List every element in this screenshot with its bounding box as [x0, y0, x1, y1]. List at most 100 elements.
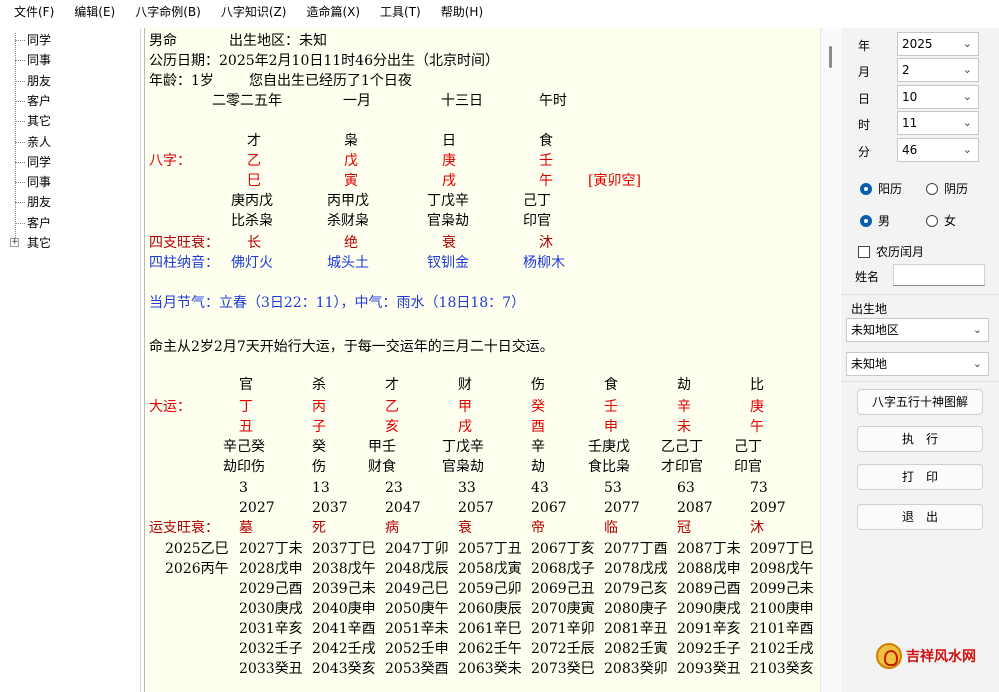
- liunian-cell: 2041辛酉: [312, 621, 376, 637]
- doc-text: 财食: [368, 459, 396, 475]
- liunian-cell: 2103癸亥: [750, 661, 814, 677]
- liunian-cell: 2039己未: [312, 581, 376, 597]
- doc-text: 乙己丁: [661, 439, 703, 455]
- city-select[interactable]: 未知地 ⌄: [846, 352, 989, 376]
- dayun-stem: 乙: [385, 399, 399, 415]
- doc-text: 伤: [531, 377, 545, 393]
- doc-text: 比杀枭: [231, 213, 273, 229]
- execute-button[interactable]: 执 行: [857, 426, 983, 452]
- bazi-result-document[interactable]: 男命 出生地区：未知 公历日期：2025年2月10日11时46分出生（北京时间） 年龄…: [144, 28, 820, 692]
- month-select[interactable]: 2 ⌄: [897, 58, 979, 82]
- liunian-cell: 2082壬寅: [604, 641, 668, 657]
- liunian-cell: 2031辛亥: [239, 621, 303, 637]
- sizhi-value: 衰: [442, 235, 456, 251]
- doc-text: 出生地区：未知: [229, 33, 327, 49]
- menu-item[interactable]: 八字知识(Z): [211, 0, 297, 24]
- liunian-cell: 2063癸未: [458, 661, 522, 677]
- dayun-branch: 亥: [385, 419, 399, 435]
- yunzhi-value: 墓: [239, 520, 253, 536]
- province-select[interactable]: 未知地区 ⌄: [846, 318, 989, 342]
- stem: 乙: [247, 153, 261, 169]
- tree-item[interactable]: 朋友: [3, 192, 133, 212]
- doc-text: 丁戊辛: [442, 439, 484, 455]
- doc-text: 己丁: [523, 193, 551, 209]
- chevron-down-icon: ⌄: [972, 323, 982, 336]
- liunian-cell: 2093癸丑: [677, 661, 741, 677]
- exit-button[interactable]: 退 出: [857, 504, 983, 530]
- liunian-cell: 2033癸丑: [239, 661, 303, 677]
- leap-month-checkbox[interactable]: 农历闰月: [858, 243, 924, 260]
- tree-item[interactable]: 同学: [3, 30, 133, 50]
- tree-item[interactable]: 客户: [3, 213, 133, 233]
- menu-bar: 文件(F) 编辑(E) 八字命例(B) 八字知识(Z) 造命篇(X) 工具(T) 帮助(H): [0, 0, 999, 24]
- female-radio[interactable]: 女: [926, 212, 956, 229]
- radio-icon: [926, 182, 938, 195]
- doc-text: 73: [750, 480, 768, 496]
- tree-item[interactable]: 同事: [3, 172, 133, 192]
- sizhi-value: 绝: [344, 235, 358, 251]
- menu-item[interactable]: 帮助(H): [431, 0, 493, 24]
- expand-plus-icon[interactable]: +: [10, 238, 19, 247]
- tree-item[interactable]: 其它: [3, 111, 133, 131]
- tree-item[interactable]: 朋友: [3, 71, 133, 91]
- doc-text: 43: [531, 480, 549, 496]
- site-logo: 吉祥风水网: [876, 641, 999, 671]
- sizhi-value: 长: [247, 235, 261, 251]
- liunian-cell: 2089己酉: [677, 581, 741, 597]
- tree-connector: [15, 60, 25, 62]
- divider: [841, 381, 999, 382]
- print-button[interactable]: 打 印: [857, 464, 983, 490]
- yunzhi-value: 死: [312, 520, 326, 536]
- tree-connector: [15, 182, 25, 184]
- sizhi-value: 沐: [539, 235, 553, 251]
- scrollbar-thumb[interactable]: [829, 46, 832, 68]
- doc-text: 23: [385, 480, 403, 496]
- tree-item[interactable]: + 其它: [3, 233, 133, 253]
- doc-text: 午时: [539, 93, 567, 109]
- tree-item-label: 其它: [27, 114, 52, 129]
- bazi-chart-button[interactable]: 八字五行十神图解: [857, 389, 983, 415]
- liunian-cell: 2079己亥: [604, 581, 668, 597]
- menu-item[interactable]: 文件(F): [0, 0, 64, 24]
- tree-item[interactable]: 同学: [3, 152, 133, 172]
- doc-text: 2077: [604, 500, 640, 516]
- liunian-cell: 2032壬子: [239, 641, 303, 657]
- menu-item[interactable]: 八字命例(B): [125, 0, 211, 24]
- dayun-stem: 壬: [604, 399, 618, 415]
- radio-icon: [926, 214, 938, 227]
- solar-calendar-radio[interactable]: 阳历: [860, 180, 902, 197]
- liunian-cell: 2069己丑: [531, 581, 595, 597]
- tree-item[interactable]: 亲人: [3, 132, 133, 152]
- doc-text: 食: [604, 377, 618, 393]
- hour-select[interactable]: 11 ⌄: [897, 111, 979, 135]
- doc-text: 2027: [239, 500, 275, 516]
- dayun-stem: 丁: [239, 399, 253, 415]
- branch: 午: [539, 173, 553, 189]
- document-scrollbar[interactable]: [820, 28, 840, 692]
- menu-item[interactable]: 工具(T): [370, 0, 431, 24]
- doc-text: 比: [750, 377, 764, 393]
- yunzhi-value: 冠: [677, 520, 691, 536]
- liunian-cell: 2101辛酉: [750, 621, 814, 637]
- doc-text: 食比枭: [588, 459, 630, 475]
- name-input[interactable]: [893, 264, 985, 286]
- menu-item[interactable]: 造命篇(X): [296, 0, 370, 24]
- doc-text: 2047: [385, 500, 421, 516]
- nayin-value: 杨柳木: [523, 255, 565, 271]
- day-select[interactable]: 10 ⌄: [897, 85, 979, 109]
- doc-text: 己丁: [734, 439, 762, 455]
- doc-text: 食: [539, 133, 553, 149]
- lunar-calendar-radio[interactable]: 阴历: [926, 180, 968, 197]
- tree-item-label: 其它: [27, 236, 52, 250]
- year-select[interactable]: 2025 ⌄: [897, 32, 979, 56]
- liunian-cell: 2057丁丑: [458, 541, 522, 557]
- tree-connector: [15, 202, 25, 204]
- tree-item[interactable]: 客户: [3, 91, 133, 111]
- tree-item[interactable]: 同事: [3, 50, 133, 70]
- liunian-cell: 2081辛丑: [604, 621, 668, 637]
- liunian-cell: 2099己未: [750, 581, 814, 597]
- minute-select[interactable]: 46 ⌄: [897, 138, 979, 162]
- liunian-cell: 2087丁未: [677, 541, 741, 557]
- menu-item[interactable]: 编辑(E): [64, 0, 125, 24]
- male-radio[interactable]: 男: [860, 212, 890, 229]
